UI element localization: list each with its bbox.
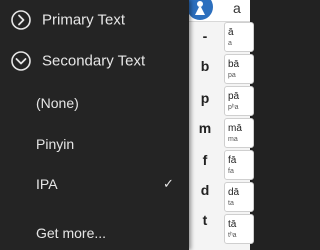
initials-column: - b p m f d t <box>188 24 222 250</box>
menu-item-label: (None) <box>36 95 79 111</box>
syllable-cell[interactable]: dā ta <box>224 182 254 212</box>
settings-drawer: Primary Text Secondary Text (None) Pinyi… <box>0 0 189 250</box>
initial-label: t <box>202 212 208 228</box>
menu-item-none[interactable]: (None) <box>0 83 189 123</box>
section-label: Secondary Text <box>42 52 146 70</box>
initial-label: f <box>202 152 208 168</box>
initial-label: - <box>202 28 208 44</box>
menu-item-ipa[interactable]: IPA ✓ <box>0 164 189 204</box>
menu-item-get-more[interactable]: Get more... <box>0 213 189 250</box>
syllable-text: ā <box>228 27 234 38</box>
menu-item-label: Pinyin <box>36 136 75 152</box>
syllable-text: pā <box>228 91 240 102</box>
column-header: a <box>233 0 241 16</box>
syllable-cell[interactable]: fā fa <box>224 150 254 180</box>
syllable-ipa: tʰa <box>228 232 237 239</box>
syllable-text: dā <box>228 187 240 198</box>
section-secondary-text[interactable]: Secondary Text <box>0 41 189 81</box>
section-primary-text[interactable]: Primary Text <box>0 0 189 40</box>
syllable-ipa: a <box>228 40 232 47</box>
syllable-ipa: pa <box>228 72 236 79</box>
syllable-cell[interactable]: tā tʰa <box>224 214 254 244</box>
syllable-grid: ā a bā pa pā pʰa mā ma fā fa dā ta tā tʰ… <box>224 22 254 250</box>
initial-label: m <box>198 120 212 136</box>
chevron-right-circle-icon <box>11 10 31 30</box>
syllable-text: fā <box>228 155 237 166</box>
syllable-text: bā <box>228 59 240 70</box>
initial-label: d <box>200 182 210 198</box>
checkmark-icon: ✓ <box>163 176 174 191</box>
syllable-ipa: pʰa <box>228 104 239 111</box>
syllable-text: mā <box>228 123 242 134</box>
syllable-ipa: fa <box>228 168 234 175</box>
syllable-cell[interactable]: ā a <box>224 22 254 52</box>
chevron-down-circle-icon <box>11 51 31 71</box>
initial-label: p <box>200 90 210 106</box>
menu-item-label: Get more... <box>36 225 107 241</box>
syllable-cell[interactable]: bā pa <box>224 54 254 84</box>
syllable-ipa: ta <box>228 200 234 207</box>
syllable-cell[interactable]: mā ma <box>224 118 254 148</box>
syllable-ipa: ma <box>228 136 238 143</box>
initial-label: b <box>200 58 210 74</box>
syllable-text: tā <box>228 219 237 230</box>
section-label: Primary Text <box>42 11 126 29</box>
syllable-cell[interactable]: pā pʰa <box>224 86 254 116</box>
menu-item-label: IPA <box>36 176 58 192</box>
menu-item-pinyin[interactable]: Pinyin <box>0 124 189 164</box>
